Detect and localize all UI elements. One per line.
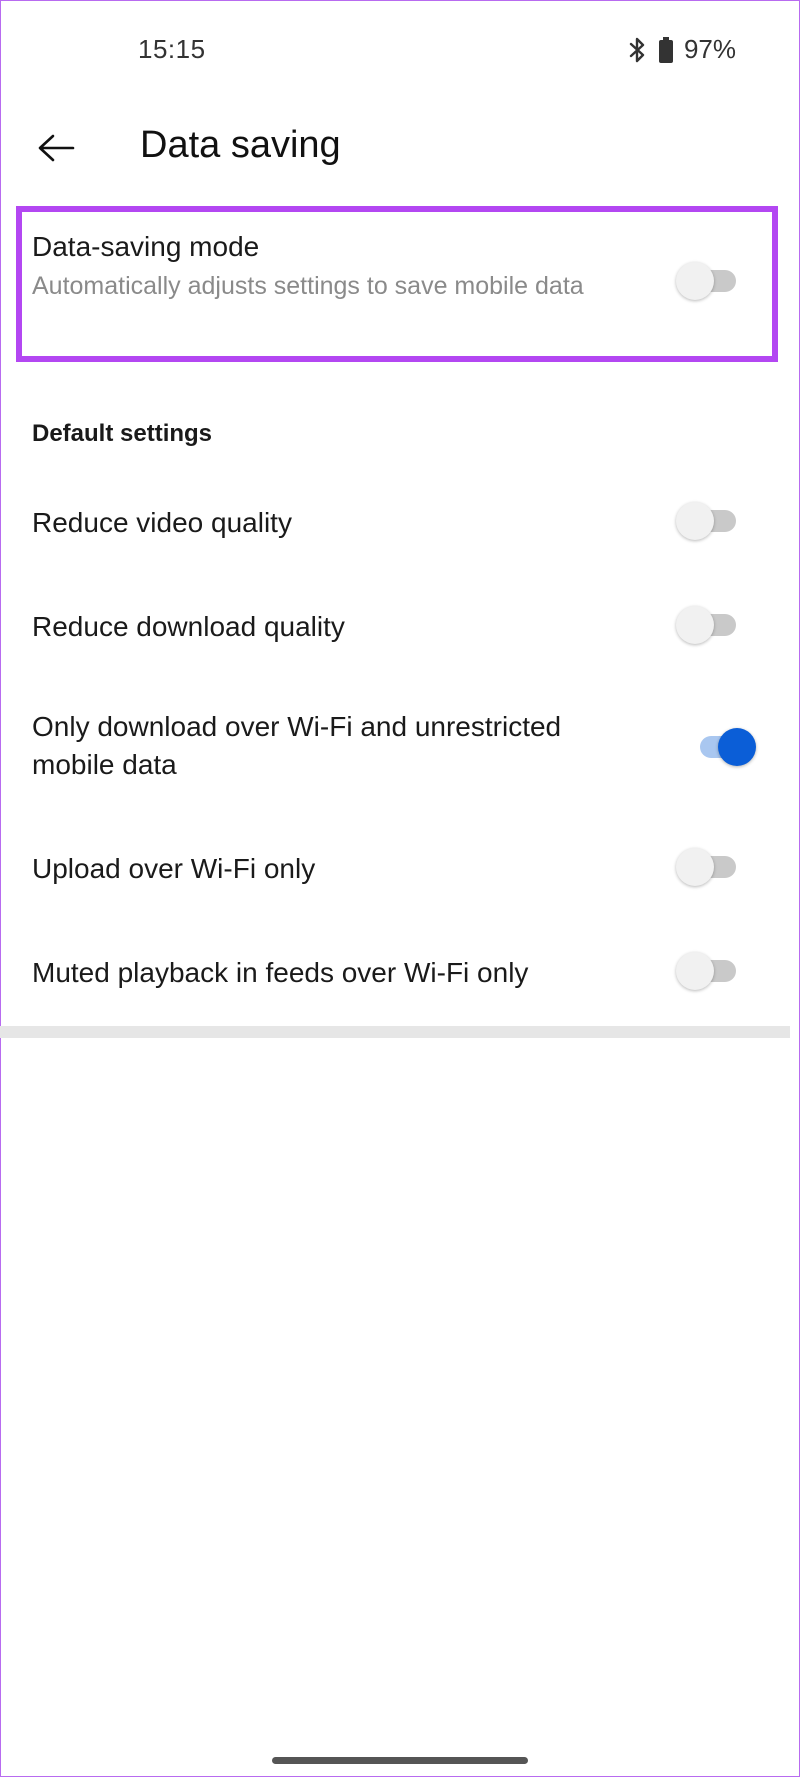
toggle-thumb: [676, 848, 714, 886]
setting-label: Only download over Wi-Fi and unrestricte…: [32, 711, 562, 780]
page-title: Data saving: [140, 124, 341, 166]
section-header-default-settings: Default settings: [32, 420, 213, 447]
reduce-download-quality-toggle[interactable]: [676, 606, 736, 644]
setting-row-upload-wifi-only[interactable]: Upload over Wi-Fi only: [0, 836, 800, 902]
status-bar: 15:15 97%: [0, 0, 800, 100]
arrow-left-icon: [37, 133, 75, 168]
upload-wifi-only-toggle[interactable]: [676, 848, 736, 886]
setting-label: Reduce video quality: [32, 507, 292, 538]
back-button[interactable]: [30, 124, 82, 176]
setting-row-reduce-download-quality[interactable]: Reduce download quality: [0, 594, 800, 660]
toggle-thumb: [718, 728, 756, 766]
toggle-thumb: [676, 606, 714, 644]
setting-label: Upload over Wi-Fi only: [32, 853, 316, 884]
section-divider: [0, 1026, 790, 1038]
bluetooth-icon: [628, 36, 648, 64]
battery-percent: 97%: [683, 34, 736, 64]
reduce-video-quality-toggle[interactable]: [676, 502, 736, 540]
status-time: 15:15: [138, 34, 206, 64]
highlight-box: [16, 206, 778, 362]
setting-label: Reduce download quality: [32, 611, 345, 642]
setting-row-reduce-video-quality[interactable]: Reduce video quality: [0, 490, 800, 556]
app-bar: Data saving: [0, 110, 800, 190]
setting-row-muted-playback[interactable]: Muted playback in feeds over Wi-Fi only: [0, 940, 800, 1006]
status-icons: 97%: [628, 34, 736, 65]
home-indicator[interactable]: [272, 1757, 528, 1764]
toggle-thumb: [676, 952, 714, 990]
muted-playback-toggle[interactable]: [676, 952, 736, 990]
toggle-thumb: [676, 502, 714, 540]
battery-icon: [658, 36, 674, 64]
setting-label: Muted playback in feeds over Wi-Fi only: [32, 957, 529, 988]
only-download-wifi-toggle[interactable]: [692, 728, 756, 766]
setting-row-only-download-wifi[interactable]: Only download over Wi-Fi and unrestricte…: [0, 708, 800, 788]
